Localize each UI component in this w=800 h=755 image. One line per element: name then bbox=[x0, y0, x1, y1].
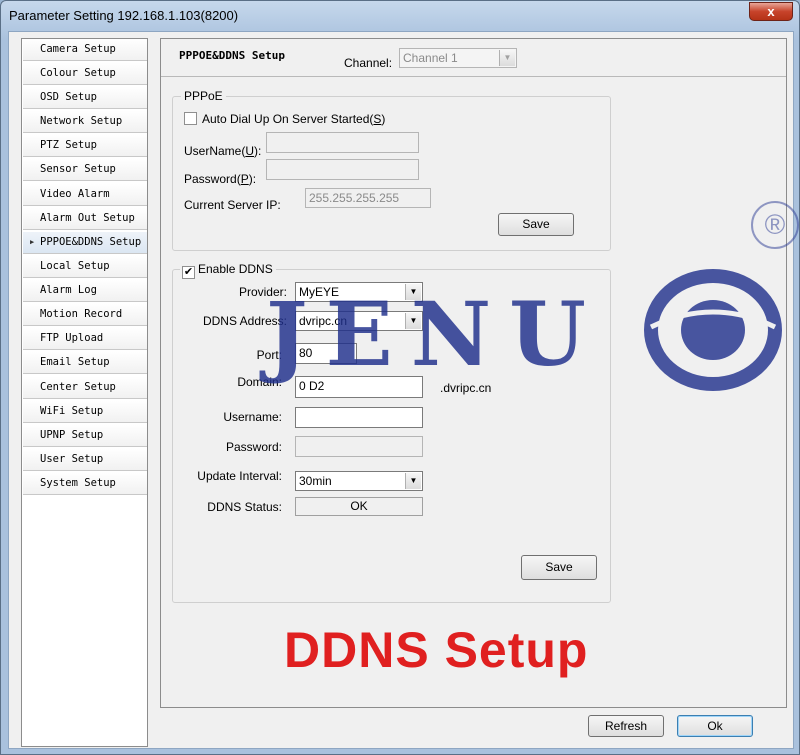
sidebar-item-label: Motion Record bbox=[40, 308, 123, 320]
sidebar-item-alarm-log[interactable]: Alarm Log bbox=[23, 280, 147, 302]
domain-suffix: .dvripc.cn bbox=[440, 381, 492, 395]
ddns-setup-caption: DDNS Setup bbox=[284, 622, 589, 678]
settings-nav: Camera Setup Colour Setup OSD Setup Netw… bbox=[21, 38, 148, 747]
sidebar-item-osd-setup[interactable]: OSD Setup bbox=[23, 87, 147, 109]
sidebar-item-label: OSD Setup bbox=[40, 91, 97, 103]
update-interval-value: 30min bbox=[299, 474, 332, 488]
sidebar-item-network-setup[interactable]: Network Setup bbox=[23, 111, 147, 133]
current-server-ip-value: 255.255.255.255 bbox=[305, 188, 431, 208]
chevron-down-icon: ▼ bbox=[405, 313, 421, 329]
sidebar-item-system-setup[interactable]: System Setup bbox=[23, 473, 147, 495]
pppoe-username-label: UserName(U): bbox=[184, 144, 262, 158]
triangle-right-icon: ▶ bbox=[30, 238, 35, 246]
pppoe-username-input[interactable] bbox=[266, 132, 419, 153]
sidebar-item-label: PTZ Setup bbox=[40, 139, 97, 151]
ddns-group: ✔ Enable DDNS Provider: MyEYE ▼ DDNS Addr… bbox=[172, 262, 611, 603]
sidebar-item-colour-setup[interactable]: Colour Setup bbox=[23, 63, 147, 85]
auto-dial-label: Auto Dial Up On Server Started(S) bbox=[202, 112, 386, 126]
refresh-button[interactable]: Refresh bbox=[588, 715, 664, 737]
sidebar-item-label: Colour Setup bbox=[40, 67, 116, 79]
sidebar-item-sensor-setup[interactable]: Sensor Setup bbox=[23, 159, 147, 181]
close-button[interactable]: x bbox=[749, 2, 793, 21]
chevron-down-icon: ▼ bbox=[405, 284, 421, 300]
ddns-status-value: OK bbox=[295, 497, 423, 516]
domain-label: Domain: bbox=[237, 375, 282, 389]
settings-panel: PPPOE&DDNS Setup Channel: Channel 1 ▼ PP… bbox=[160, 38, 799, 708]
domain-input[interactable]: 0 D2 bbox=[295, 376, 423, 398]
sidebar-item-label: Network Setup bbox=[40, 115, 123, 127]
check-icon: ✔ bbox=[183, 266, 194, 278]
sidebar-item-local-setup[interactable]: Local Setup bbox=[23, 256, 147, 278]
pppoe-legend: PPPoE bbox=[181, 89, 226, 103]
sidebar-item-label: WiFi Setup bbox=[40, 405, 104, 417]
sidebar-item-camera-setup[interactable]: Camera Setup bbox=[23, 39, 147, 61]
sidebar-item-label: Alarm Out Setup bbox=[40, 212, 135, 224]
sidebar-item-pppoe-ddns-setup[interactable]: ▶ PPPOE&DDNS Setup bbox=[23, 232, 147, 254]
provider-value: MyEYE bbox=[299, 285, 340, 299]
ddns-password-input[interactable] bbox=[295, 436, 423, 457]
pppoe-password-label: Password(P): bbox=[184, 172, 257, 186]
enable-ddns-checkbox[interactable]: ✔ bbox=[182, 266, 195, 279]
auto-dial-checkbox[interactable] bbox=[184, 112, 197, 125]
sidebar-item-label: Camera Setup bbox=[40, 43, 116, 55]
sidebar-item-email-setup[interactable]: Email Setup bbox=[23, 352, 147, 374]
ddns-status-label: DDNS Status: bbox=[207, 500, 282, 514]
provider-label: Provider: bbox=[238, 285, 287, 299]
parameter-setting-window: Parameter Setting 192.168.1.103(8200) x … bbox=[0, 0, 800, 755]
sidebar-item-label: UPNP Setup bbox=[40, 429, 104, 441]
page-title: PPPOE&DDNS Setup bbox=[179, 49, 285, 62]
registered-mark-icon: ® bbox=[751, 201, 799, 249]
sidebar-item-alarm-out-setup[interactable]: Alarm Out Setup bbox=[23, 208, 147, 230]
current-server-ip-label: Current Server IP: bbox=[184, 198, 281, 212]
channel-value: Channel 1 bbox=[403, 51, 458, 65]
sidebar-item-label: FTP Upload bbox=[40, 332, 104, 344]
sidebar-item-label: Center Setup bbox=[40, 381, 116, 393]
sidebar-item-label: Sensor Setup bbox=[40, 163, 116, 175]
chevron-down-icon: ▼ bbox=[405, 473, 421, 489]
port-label: Port: bbox=[256, 348, 282, 362]
sidebar-item-label: Local Setup bbox=[40, 260, 110, 272]
eye-logo-icon bbox=[644, 269, 782, 391]
channel-label: Channel: bbox=[344, 56, 393, 70]
update-interval-select[interactable]: 30min ▼ bbox=[295, 471, 423, 491]
title-bar[interactable]: Parameter Setting 192.168.1.103(8200) x bbox=[1, 1, 799, 31]
ddns-address-select[interactable]: dvripc.cn ▼ bbox=[295, 311, 423, 331]
sidebar-item-label: Email Setup bbox=[40, 356, 110, 368]
sidebar-item-upnp-setup[interactable]: UPNP Setup bbox=[23, 425, 147, 447]
sidebar-item-center-setup[interactable]: Center Setup bbox=[23, 377, 147, 399]
sidebar-item-user-setup[interactable]: User Setup bbox=[23, 449, 147, 471]
pppoe-group: PPPoE Auto Dial Up On Server Started(S) … bbox=[172, 89, 611, 251]
enable-ddns-label: Enable DDNS bbox=[198, 262, 273, 276]
enable-ddns-legend: ✔ Enable DDNS bbox=[180, 262, 276, 279]
sidebar-item-motion-record[interactable]: Motion Record bbox=[23, 304, 147, 326]
ddns-address-value: dvripc.cn bbox=[299, 314, 348, 328]
ddns-address-label: DDNS Address: bbox=[202, 314, 287, 328]
client-area: Camera Setup Colour Setup OSD Setup Netw… bbox=[8, 31, 799, 749]
sidebar-item-label: PPPOE&DDNS Setup bbox=[40, 236, 142, 248]
channel-select[interactable]: Channel 1 ▼ bbox=[399, 48, 517, 68]
sidebar-item-wifi-setup[interactable]: WiFi Setup bbox=[23, 401, 147, 423]
window-title: Parameter Setting 192.168.1.103(8200) bbox=[9, 8, 239, 23]
close-icon: x bbox=[767, 4, 775, 19]
ok-button[interactable]: Ok bbox=[677, 715, 753, 737]
sidebar-item-video-alarm-setup[interactable]: Video Alarm Setup bbox=[23, 184, 147, 221]
sidebar-item-label: User Setup bbox=[40, 453, 104, 465]
update-interval-label: Update Interval: bbox=[197, 469, 282, 483]
pppoe-save-button[interactable]: Save bbox=[498, 213, 574, 236]
header-divider bbox=[161, 76, 786, 77]
sidebar-item-label: Alarm Log bbox=[40, 284, 97, 296]
ddns-username-label: Username: bbox=[223, 410, 282, 424]
pppoe-password-input[interactable] bbox=[266, 159, 419, 180]
sidebar-item-ptz-setup[interactable]: PTZ Setup bbox=[23, 135, 147, 157]
ddns-save-button[interactable]: Save bbox=[521, 555, 597, 580]
port-input[interactable]: 80 bbox=[295, 343, 357, 364]
ddns-username-input[interactable] bbox=[295, 407, 423, 428]
sidebar-item-ftp-upload[interactable]: FTP Upload bbox=[23, 328, 147, 350]
sidebar-item-label: System Setup bbox=[40, 477, 116, 489]
provider-select[interactable]: MyEYE ▼ bbox=[295, 282, 423, 302]
ddns-password-label: Password: bbox=[225, 440, 282, 454]
chevron-down-icon: ▼ bbox=[499, 50, 515, 66]
